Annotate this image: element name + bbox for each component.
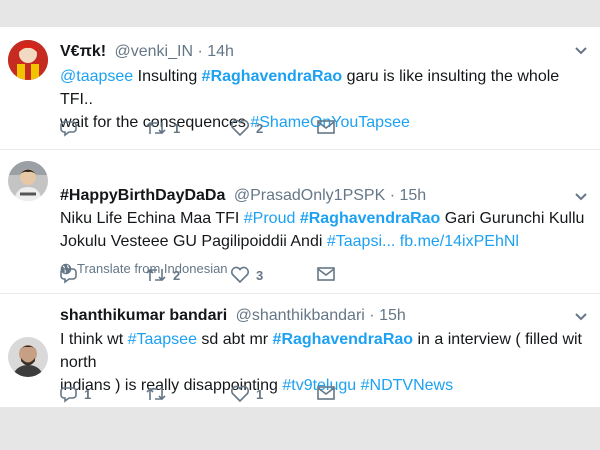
reply-button[interactable]: 1	[60, 385, 91, 403]
tweet-entity-link[interactable]: #Taapsee	[128, 331, 197, 348]
tweet-entity-link[interactable]: #RaghavendraRao	[273, 331, 414, 348]
dm-button[interactable]	[316, 385, 336, 401]
tweet-text: Niku Life Echina Maa TFI #Proud #Raghave…	[60, 207, 592, 253]
tweet-actions: 2 3	[60, 266, 360, 286]
tweet-line: I think wt #Taapsee sd abt mr #Raghavend…	[60, 328, 592, 374]
author-name[interactable]: #HappyBirthDayDaDa	[60, 187, 225, 204]
author-handle[interactable]: @shanthikbandari	[236, 307, 365, 324]
envelope-icon	[316, 266, 336, 282]
like-button[interactable]: 2	[230, 119, 263, 137]
retweet-button[interactable]: 1	[145, 119, 180, 137]
tweet-feed: V€πk! @venki_IN · 14h @taapsee Insulting…	[0, 27, 600, 407]
author-handle[interactable]: @venki_IN	[115, 43, 194, 60]
tweet-header: #HappyBirthDayDaDa @PrasadOnly1PSPK · 15…	[60, 187, 426, 205]
chevron-down-icon[interactable]	[574, 309, 588, 325]
like-count: 3	[256, 267, 264, 283]
tweet-entity-link[interactable]: @taapsee	[60, 68, 133, 85]
avatar[interactable]	[8, 40, 48, 80]
retweet-button[interactable]	[145, 385, 173, 403]
dm-button[interactable]	[316, 119, 336, 135]
envelope-icon	[316, 385, 336, 401]
reply-icon	[60, 119, 78, 137]
tweet-header: V€πk! @venki_IN · 14h	[60, 43, 234, 61]
envelope-icon	[316, 119, 336, 135]
retweet-icon	[145, 385, 167, 403]
timestamp[interactable]: 14h	[207, 43, 234, 60]
author-handle[interactable]: @PrasadOnly1PSPK	[234, 187, 385, 204]
tweet-entity-link[interactable]: #NDTVNews	[361, 377, 453, 394]
tweet-line: Niku Life Echina Maa TFI #Proud #Raghave…	[60, 207, 592, 230]
tweet-text-segment: Insulting	[133, 68, 202, 85]
like-count: 2	[256, 120, 264, 136]
tweet-entity-link[interactable]: #RaghavendraRao	[300, 210, 441, 227]
author-name[interactable]: V€πk!	[60, 43, 106, 60]
heart-icon	[230, 119, 250, 137]
retweet-icon	[145, 119, 167, 137]
tweet-actions: 1 1	[60, 385, 360, 405]
author-name[interactable]: shanthikumar bandari	[60, 307, 227, 324]
retweet-count: 2	[173, 267, 181, 283]
retweet-icon	[145, 266, 167, 284]
tweet-text-segment: Jokulu Vesteee GU Pagilipoiddii Andi	[60, 233, 327, 250]
tweet-header: shanthikumar bandari @shanthikbandari · …	[60, 307, 406, 325]
chevron-down-icon[interactable]	[574, 43, 588, 59]
separator-dot: ·	[389, 187, 396, 204]
reply-icon	[60, 266, 78, 284]
retweet-count: 1	[173, 120, 181, 136]
heart-icon	[230, 385, 250, 403]
avatar[interactable]	[8, 337, 48, 377]
chevron-down-icon[interactable]	[574, 189, 588, 205]
tweet-actions: 1 2	[60, 119, 360, 139]
reply-count: 1	[84, 386, 92, 402]
tweet-1[interactable]: V€πk! @venki_IN · 14h @taapsee Insulting…	[0, 27, 600, 150]
avatar[interactable]	[8, 161, 48, 201]
tweet-entity-link[interactable]: #Taapsi...	[327, 233, 395, 250]
timestamp[interactable]: 15h	[400, 187, 427, 204]
reply-icon	[60, 385, 78, 403]
timestamp[interactable]: 15h	[379, 307, 406, 324]
tweet-entity-link[interactable]: fb.me/14ixPEhNl	[400, 233, 519, 250]
reply-button[interactable]	[60, 266, 84, 284]
tweet-line: @taapsee Insulting #RaghavendraRao garu …	[60, 65, 592, 111]
tweet-entity-link[interactable]: #RaghavendraRao	[202, 68, 343, 85]
tweet-entity-link[interactable]: #Proud	[244, 210, 296, 227]
reply-button[interactable]	[60, 119, 84, 137]
separator-dot: ·	[197, 43, 203, 60]
tweet-line: Jokulu Vesteee GU Pagilipoiddii Andi #Ta…	[60, 230, 592, 253]
tweet-text-segment: sd abt mr	[196, 331, 273, 348]
tweet-text-segment: I think wt	[60, 331, 128, 348]
heart-icon	[230, 266, 250, 284]
dm-button[interactable]	[316, 266, 336, 282]
like-button[interactable]: 3	[230, 266, 263, 284]
like-count: 1	[256, 386, 264, 402]
retweet-button[interactable]: 2	[145, 266, 180, 284]
like-button[interactable]: 1	[230, 385, 263, 403]
tweet-text-segment: Gari Gurunchi Kullu	[440, 210, 585, 227]
tweet-text-segment: Niku Life Echina Maa TFI	[60, 210, 244, 227]
separator-dot: ·	[369, 307, 375, 324]
